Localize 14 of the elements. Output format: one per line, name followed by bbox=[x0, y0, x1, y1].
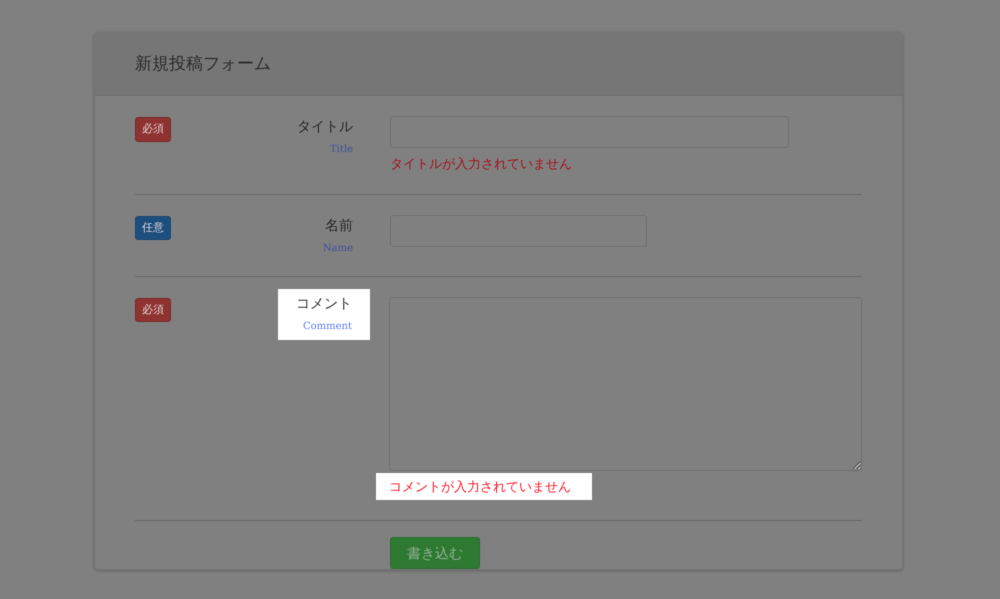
form-title: 新規投稿フォーム bbox=[135, 53, 271, 76]
submit-button[interactable]: 書き込む bbox=[390, 537, 480, 569]
badge: 任意 bbox=[135, 216, 171, 240]
label-subtext: Comment bbox=[302, 320, 352, 334]
label-text: タイトル bbox=[297, 117, 353, 136]
error-message: コメントが入力されていません bbox=[376, 472, 592, 500]
error-message: タイトルが入力されていません bbox=[390, 155, 573, 173]
label-subtext: Name bbox=[322, 242, 353, 256]
label-text: 名前 bbox=[325, 216, 353, 234]
label-text: コメント bbox=[296, 294, 352, 312]
badge: 必須 bbox=[135, 298, 171, 322]
comment-textarea[interactable] bbox=[389, 296, 862, 470]
label-subtext: Title bbox=[330, 143, 353, 157]
badge: 必須 bbox=[135, 117, 171, 142]
